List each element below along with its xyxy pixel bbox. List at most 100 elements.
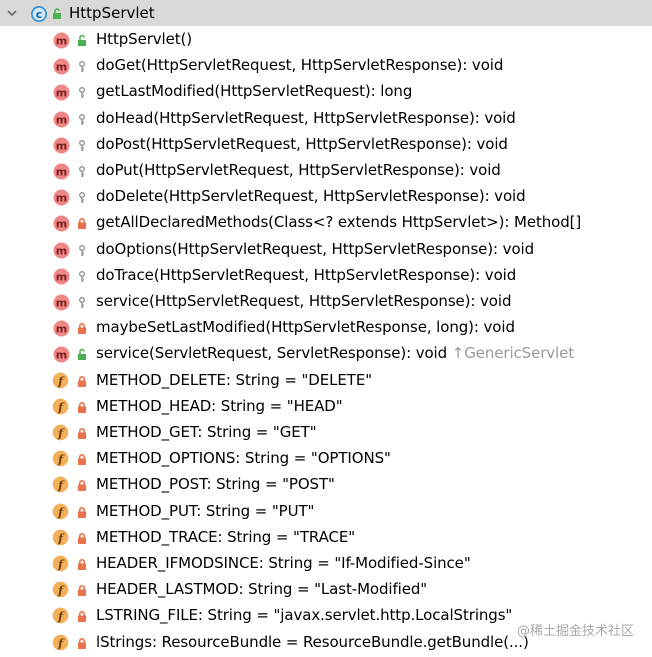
field-row[interactable]: f HEADER_IFMODSINCE: String = "If-Modifi… [0,551,652,577]
private-lock-icon [78,401,86,413]
method-text: doHead(HttpServletRequest, HttpServletRe… [96,108,516,127]
method-icon: m [53,189,70,206]
method-text: doPut(HttpServletRequest, HttpServletRes… [96,161,501,179]
field-row[interactable]: f METHOD_HEAD: String = "HEAD" [0,394,652,420]
method-signature: doPost(HttpServletRequest, HttpServletRe… [96,135,508,153]
field-signature: HEADER_LASTMOD: String = "Last-Modified" [96,580,428,599]
method-icon: m [53,215,70,232]
private-lock-icon [78,375,86,387]
field-icon: f [52,503,69,519]
svg-text:m: m [56,165,67,178]
protected-key-icon [79,113,85,125]
method-row[interactable]: m doPost(HttpServletRequest, HttpServlet… [0,132,652,158]
method-signature: getLastModified(HttpServletRequest): lon… [96,82,412,100]
svg-text:m: m [56,191,67,204]
field-signature: METHOD_OPTIONS: String = "OPTIONS" [96,449,391,468]
field-row[interactable]: f METHOD_POST: String = "POST" [0,472,652,498]
method-row[interactable]: m doHead(HttpServletRequest, HttpServlet… [0,106,652,132]
method-signature: doHead(HttpServletRequest, HttpServletRe… [96,109,516,127]
method-row[interactable]: m getLastModified(HttpServletRequest): l… [0,79,652,105]
method-text: HttpServlet() [96,30,193,48]
field-row[interactable]: f METHOD_TRACE: String = "TRACE" [0,525,652,551]
protected-key-icon [79,192,85,204]
method-row[interactable]: m doPut(HttpServletRequest, HttpServletR… [0,158,652,184]
method-icon: m [53,58,70,75]
field-icon: f [52,450,69,467]
method-signature: doOptions(HttpServletRequest, HttpServle… [96,240,534,258]
protected-key-icon [79,244,85,256]
field-icon: f [52,634,69,650]
field-row[interactable]: f METHOD_DELETE: String = "DELETE" [0,368,652,394]
field-icon: f [52,424,69,441]
field-signature: LSTRING_FILE: String = "javax.servlet.ht… [96,606,513,625]
method-text: doGet(HttpServletRequest, HttpServletRes… [96,56,504,75]
watermark: @稀土掘金技术社区 [516,624,634,639]
method-icon: m [53,111,70,128]
method-row[interactable]: m doOptions(HttpServletRequest, HttpServ… [0,237,652,263]
field-icon: f [52,477,69,493]
private-lock-icon [78,218,86,230]
svg-text:m: m [56,60,67,73]
method-row[interactable]: m maybeSetLastModified(HttpServletRespon… [0,315,652,341]
method-signature: doGet(HttpServletRequest, HttpServletRes… [96,56,503,74]
field-row[interactable]: f METHOD_GET: String = "GET" [0,420,652,446]
chevron-down-icon[interactable] [6,7,18,19]
inherited-from-label: ↑GenericServlet [447,344,575,363]
method-row[interactable]: m service(ServletRequest, ServletRespons… [0,341,652,367]
svg-text:m: m [56,270,67,283]
method-signature: getAllDeclaredMethods(Class<? extends Ht… [96,213,581,231]
public-lock-icon [78,349,86,361]
method-text: doPost(HttpServletRequest, HttpServletRe… [96,134,508,153]
protected-key-icon [79,270,85,282]
field-signature: METHOD_PUT: String = "PUT" [96,501,315,520]
method-icon: m [53,163,70,180]
method-signature: HttpServlet() [96,30,192,48]
svg-text:m: m [56,349,67,362]
svg-text:m: m [56,34,67,47]
svg-text:m: m [56,218,67,231]
svg-text:c: c [36,8,43,21]
field-signature: METHOD_DELETE: String = "DELETE" [96,370,373,389]
method-row[interactable]: m doDelete(HttpServletRequest, HttpServl… [0,184,652,210]
method-text: doOptions(HttpServletRequest, HttpServle… [96,239,535,258]
public-lock-icon [78,34,86,46]
protected-key-icon [79,297,85,308]
method-text: doTrace(HttpServletRequest, HttpServletR… [96,265,517,284]
private-lock-icon [78,637,86,649]
field-row[interactable]: f HEADER_LASTMOD: String = "Last-Modifie… [0,577,652,603]
private-lock-icon [78,611,86,623]
svg-text:m: m [56,113,67,126]
svg-text:m: m [56,244,67,257]
svg-text:m: m [56,87,67,100]
method-row[interactable]: m getAllDeclaredMethods(Class<? extends … [0,210,652,236]
field-signature: METHOD_HEAD: String = "HEAD" [96,396,343,415]
method-signature: doPut(HttpServletRequest, HttpServletRes… [96,161,501,179]
svg-text:m: m [56,296,67,309]
field-icon: f [52,398,69,415]
method-row[interactable]: m doGet(HttpServletRequest, HttpServletR… [0,53,652,79]
private-lock-icon [78,428,86,439]
method-text: service(HttpServletRequest, HttpServletR… [96,292,512,310]
field-icon: f [52,529,69,546]
method-text: doDelete(HttpServletRequest, HttpServlet… [96,187,526,206]
svg-text:m: m [56,139,67,152]
method-signature: service(HttpServletRequest, HttpServletR… [96,292,511,310]
method-row[interactable]: m doTrace(HttpServletRequest, HttpServle… [0,263,652,289]
protected-key-icon [79,87,85,99]
method-icon: m [53,242,70,259]
method-signature: doDelete(HttpServletRequest, HttpServlet… [96,187,526,205]
method-row[interactable]: m service(HttpServletRequest, HttpServle… [0,289,652,315]
class-tree-header[interactable]: c HttpServlet [0,0,652,26]
svg-text:m: m [56,322,67,335]
method-icon: m [53,294,70,311]
field-signature: METHOD_TRACE: String = "TRACE" [96,527,356,546]
private-lock-icon [78,559,86,570]
field-row[interactable]: f METHOD_OPTIONS: String = "OPTIONS" [0,446,652,472]
field-signature: METHOD_POST: String = "POST" [96,475,335,494]
method-signature: service(ServletRequest, ServletResponse)… [96,344,574,362]
field-signature: lStrings: ResourceBundle = ResourceBundl… [96,632,529,651]
field-icon: f [52,608,69,624]
field-row[interactable]: f METHOD_PUT: String = "PUT" [0,499,652,525]
method-text: getAllDeclaredMethods(Class<? extends Ht… [96,213,582,232]
method-row[interactable]: m HttpServlet() [0,27,652,53]
